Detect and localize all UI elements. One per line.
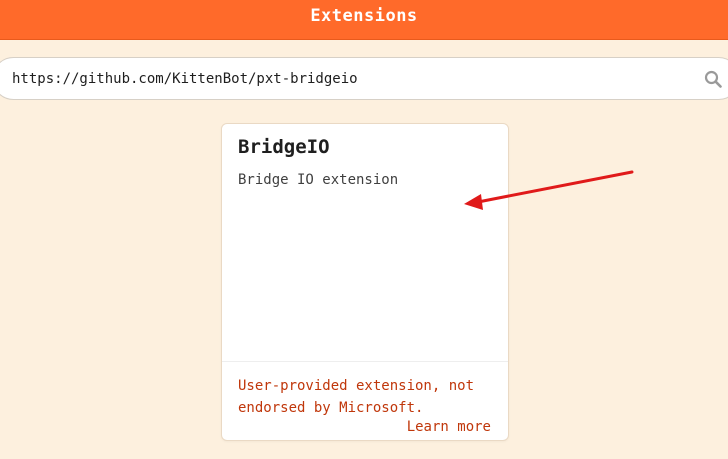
search-bar[interactable] <box>0 57 728 100</box>
learn-more-link[interactable]: Learn more <box>407 419 491 435</box>
card-divider <box>222 361 508 362</box>
user-provided-warning: User-provided extension, not endorsed by… <box>238 378 475 416</box>
extension-card-bridgeio[interactable]: BridgeIO Bridge IO extension User-provid… <box>221 123 509 441</box>
extensions-header: Extensions <box>0 0 728 40</box>
search-icon[interactable] <box>704 70 722 88</box>
extension-card-title: BridgeIO <box>238 136 330 158</box>
extension-card-description: Bridge IO extension <box>238 172 399 188</box>
dialog-title: Extensions <box>310 6 418 26</box>
search-input[interactable] <box>12 58 692 99</box>
